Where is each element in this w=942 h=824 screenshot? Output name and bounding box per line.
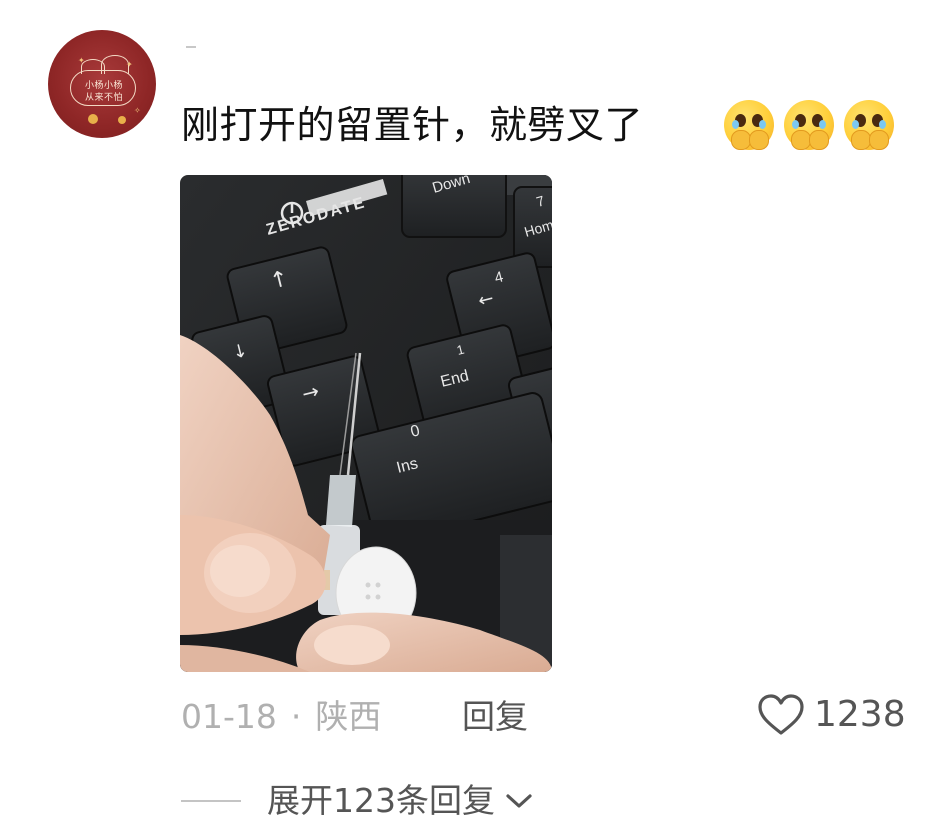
expand-replies-button[interactable]: 展开123条回复 bbox=[181, 778, 533, 824]
comment-item: 小杨小杨 从来不怕 ✦ ✦ ✧ 刚打开的留置针，就劈叉了 Down 7 Hom … bbox=[0, 0, 942, 824]
comment-date: 01-18 bbox=[181, 697, 277, 736]
chevron-down-icon bbox=[506, 794, 532, 808]
crying-face-emoji-icon bbox=[722, 98, 776, 152]
emoji-group bbox=[722, 98, 896, 152]
crying-face-emoji-icon bbox=[842, 98, 896, 152]
sparkle-icon: ✧ bbox=[134, 106, 141, 115]
comment-photo[interactable]: Down 7 Hom ZERODATE ↑ ↓ → 4 ← 1 End 0 In… bbox=[180, 175, 552, 672]
comment-text: 刚打开的留置针，就劈叉了 bbox=[181, 103, 644, 147]
heart-outline-icon bbox=[758, 694, 804, 735]
expand-replies-label: 展开123条回复 bbox=[267, 781, 495, 820]
comment-meta: 01-18 · 陕西 bbox=[181, 694, 381, 740]
flower-icon bbox=[88, 114, 98, 124]
sparkle-icon: ✦ bbox=[78, 56, 85, 65]
comment-location: 陕西 bbox=[315, 697, 382, 736]
like-count: 1238 bbox=[814, 694, 906, 735]
user-avatar[interactable]: 小杨小杨 从来不怕 ✦ ✦ ✧ bbox=[48, 30, 156, 138]
expand-divider bbox=[181, 800, 241, 802]
crying-face-emoji-icon bbox=[782, 98, 836, 152]
reply-button[interactable]: 回复 bbox=[462, 694, 528, 740]
meta-separator: · bbox=[290, 697, 302, 736]
avatar-text-line-2: 从来不怕 bbox=[84, 93, 123, 103]
flower-icon bbox=[118, 116, 126, 124]
username-placeholder bbox=[186, 46, 196, 48]
like-button[interactable]: 1238 bbox=[758, 690, 906, 740]
sparkle-icon: ✦ bbox=[126, 60, 133, 69]
key-page-down: Down bbox=[401, 175, 507, 238]
